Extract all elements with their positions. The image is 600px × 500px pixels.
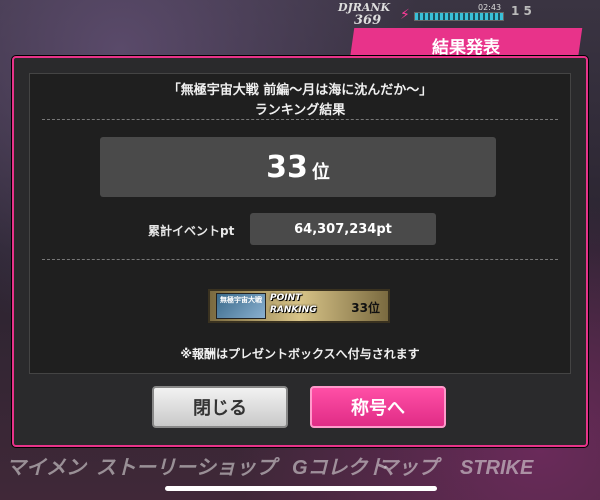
title-badge: 無極宇宙大戦 POINT RANKING 33位 — [208, 289, 390, 323]
hud-status-value: 1 5 — [511, 4, 532, 18]
divider-top — [42, 119, 558, 120]
reward-note: ※報酬はプレゼントボックスへ付与されます — [180, 347, 420, 361]
points-value: 64,307,234pt — [250, 213, 436, 245]
dj-rank-value: 369 — [354, 13, 382, 28]
bg-tab-strike: STRIKE — [460, 457, 534, 479]
bg-tab-mymen: マイメン — [6, 457, 86, 479]
energy-bolt-icon: ⚡ — [400, 7, 410, 23]
header-title: 結果発表 — [432, 38, 500, 57]
rank-suffix: 位 — [311, 162, 330, 183]
rank-display: 33 位 — [100, 137, 496, 197]
energy-timer: 02:43 — [478, 3, 502, 12]
close-button[interactable]: 閉じる — [152, 386, 288, 428]
event-title: 「無極宇宙大戦 前編～月は海に沈んだか～」 — [167, 83, 433, 98]
points-label: 累計イベントpt — [148, 224, 235, 238]
badge-emblem: 無極宇宙大戦 — [216, 293, 266, 319]
divider-middle — [42, 259, 558, 260]
go-to-title-button[interactable]: 称号へ — [310, 386, 446, 428]
bg-tab-gcollect: Gコレクト — [292, 457, 388, 479]
bg-tab-map: マップ — [378, 457, 438, 479]
ranking-result-dialog: 「無極宇宙大戦 前編～月は海に沈んだか～」 ランキング結果 33 位 累計イベン… — [12, 56, 588, 447]
badge-line1: POINT — [270, 293, 302, 303]
bg-tab-shop: ショップ — [196, 457, 276, 479]
result-panel: 「無極宇宙大戦 前編～月は海に沈んだか～」 ランキング結果 33 位 累計イベン… — [29, 73, 571, 374]
status-hud: DJRANK 369 ⚡ 02:43 1 5 — [336, 0, 600, 30]
background-tab-bar: マイメン ストーリー ショップ Gコレクト マップ STRIKE — [0, 440, 600, 500]
badge-rank: 33位 — [351, 301, 380, 315]
home-indicator[interactable] — [165, 486, 437, 491]
energy-bar — [414, 12, 504, 21]
rank-value: 33 — [266, 149, 308, 185]
bg-tab-story: ストーリー — [96, 457, 196, 479]
badge-line2: RANKING — [270, 305, 317, 315]
result-heading: ランキング結果 — [254, 103, 346, 118]
